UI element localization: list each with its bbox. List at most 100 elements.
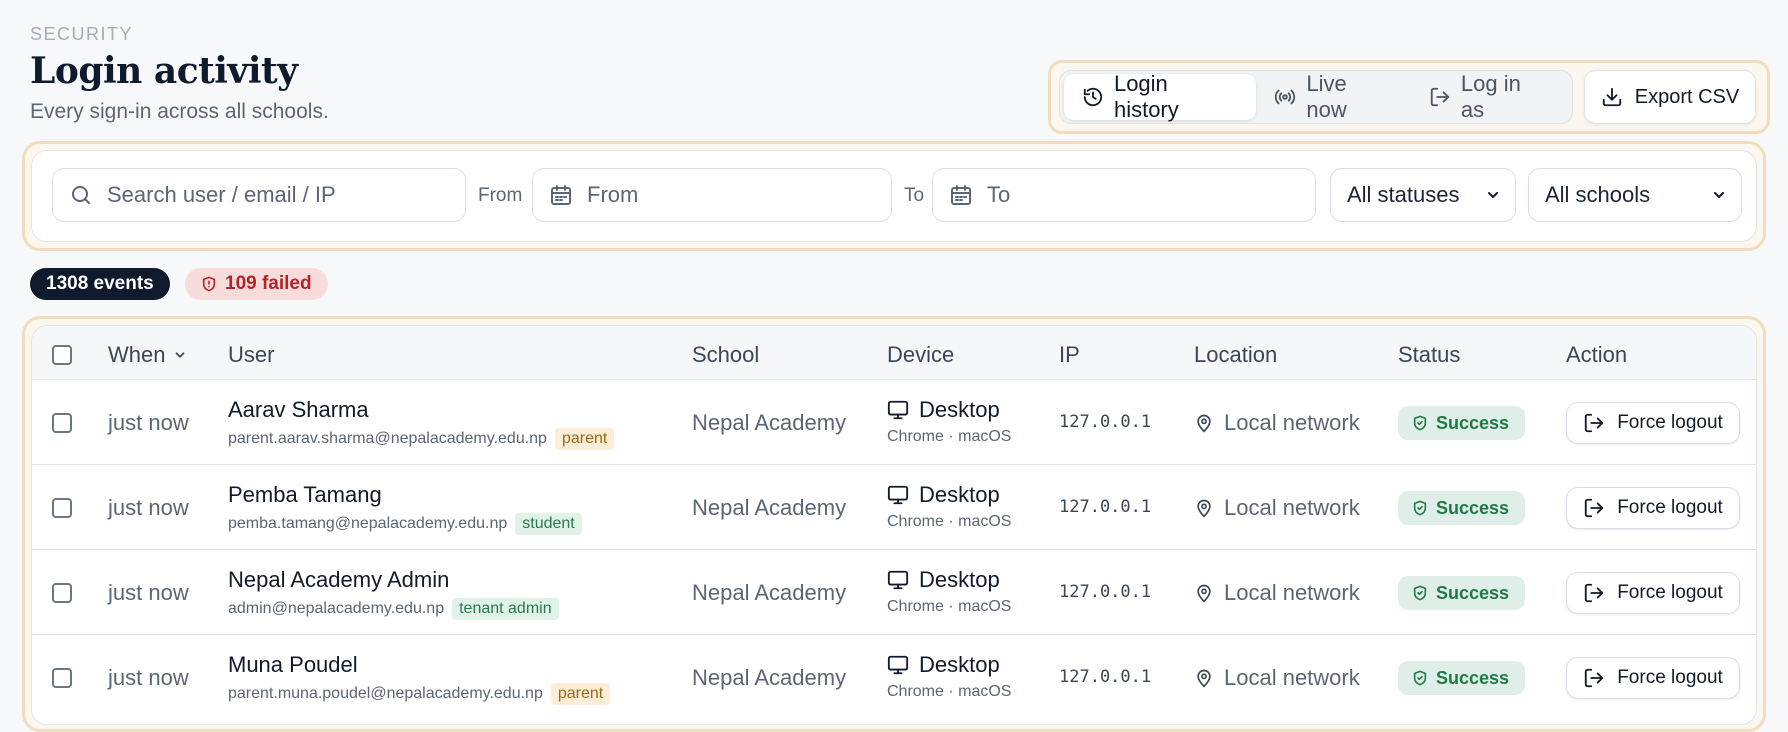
row-location: Local network	[1194, 665, 1360, 691]
row-ip: 127.0.0.1	[1059, 497, 1152, 517]
row-location-label: Local network	[1224, 665, 1360, 690]
logout-icon	[1585, 498, 1604, 518]
broadcast-icon	[1275, 89, 1296, 105]
status-badge: Success	[1398, 661, 1526, 695]
row-email-text: parent.aarav.sharma@nepalacademy.edu.np	[228, 430, 547, 447]
from-label: From	[478, 185, 523, 206]
row-device: Desktop	[887, 652, 1000, 678]
status-badge: Success	[1398, 406, 1526, 440]
school-select-value: All schools	[1545, 182, 1651, 207]
force-logout-button[interactable]: Force logout	[1566, 572, 1740, 614]
role-tag: student	[515, 513, 582, 535]
column-when[interactable]: When	[108, 342, 187, 368]
row-user-email: parent.aarav.sharma@nepalacademy.edu.np …	[228, 428, 615, 450]
row-school: Nepal Academy	[692, 495, 847, 520]
school-select[interactable]: All schools	[1528, 168, 1742, 222]
row-email-text: parent.muna.poudel@nepalacademy.edu.np	[228, 685, 543, 702]
calendar-icon	[551, 185, 571, 205]
shield-check-icon	[1413, 585, 1427, 601]
column-status: Status	[1398, 342, 1461, 367]
row-device-detail: Chrome · macOS	[887, 428, 1012, 445]
role-tag: tenant admin	[452, 598, 559, 620]
row-location-label: Local network	[1224, 580, 1360, 605]
row-email-text: admin@nepalacademy.edu.np	[228, 600, 445, 617]
events-count-badge: 1308 events	[30, 268, 170, 300]
row-location-label: Local network	[1224, 495, 1360, 520]
table-row: just now Muna Poudel parent.muna.poudel@…	[32, 635, 1756, 720]
from-placeholder: From	[587, 182, 639, 207]
table-row: just now Nepal Academy Admin admin@nepal…	[32, 550, 1756, 635]
status-badge: Success	[1398, 576, 1526, 610]
to-date-input[interactable]: To	[932, 168, 1316, 222]
column-device: Device	[887, 342, 955, 367]
row-ip: 127.0.0.1	[1059, 667, 1152, 687]
sort-chevron-icon	[176, 352, 185, 358]
filter-card: Search user / email / IP From From To To…	[31, 150, 1757, 242]
chevron-down-icon	[1488, 192, 1498, 198]
logout-icon	[1585, 413, 1604, 433]
tab-live-now[interactable]: Live now	[1256, 71, 1411, 122]
force-logout-button[interactable]: Force logout	[1566, 402, 1740, 444]
search-input[interactable]: Search user / email / IP	[52, 168, 466, 222]
select-all-checkbox[interactable]	[52, 345, 72, 365]
page-title: Login activity	[30, 50, 298, 92]
row-user-email: admin@nepalacademy.edu.np tenant admin	[228, 598, 559, 620]
tab-label: Login history	[1113, 71, 1179, 122]
history-icon	[1083, 87, 1103, 107]
status-label: Success	[1436, 582, 1510, 603]
column-action: Action	[1566, 342, 1628, 367]
view-toolbar: Login history Live now Log in as Export …	[1048, 60, 1770, 134]
filter-bar: Search user / email / IP From From To To…	[22, 141, 1766, 251]
search-placeholder: Search user / email / IP	[107, 182, 336, 207]
export-label: Export CSV	[1634, 85, 1740, 108]
column-when-label: When	[108, 342, 166, 367]
row-device-detail: Chrome · macOS	[887, 513, 1012, 530]
row-checkbox[interactable]	[52, 583, 72, 603]
login-as-icon	[1430, 87, 1450, 107]
shield-alert-icon	[202, 276, 216, 292]
row-user-name: Nepal Academy Admin	[228, 567, 450, 592]
shield-check-icon	[1413, 670, 1427, 686]
failed-count-badge[interactable]: 109 failed	[185, 268, 328, 300]
column-user: User	[228, 342, 275, 367]
role-tag: parent	[550, 683, 611, 705]
row-checkbox[interactable]	[52, 413, 72, 433]
tab-label: Log in as	[1460, 71, 1521, 122]
tab-log-in-as[interactable]: Log in as	[1411, 71, 1568, 122]
status-select-value: All statuses	[1347, 182, 1460, 207]
to-placeholder: To	[987, 182, 1011, 207]
row-school: Nepal Academy	[692, 580, 847, 605]
status-select[interactable]: All statuses	[1330, 168, 1516, 222]
row-device: Desktop	[887, 482, 1000, 508]
force-logout-button[interactable]: Force logout	[1566, 487, 1740, 529]
row-checkbox[interactable]	[52, 668, 72, 688]
section-eyebrow: SECURITY	[30, 24, 134, 44]
export-csv-button[interactable]: Export CSV	[1584, 70, 1756, 124]
row-when: just now	[108, 665, 189, 690]
from-date-input[interactable]: From	[532, 168, 892, 222]
shield-check-icon	[1413, 415, 1427, 431]
force-logout-label: Force logout	[1617, 667, 1723, 688]
force-logout-button[interactable]: Force logout	[1566, 657, 1740, 699]
monitor-icon	[887, 400, 909, 420]
to-label: To	[904, 185, 925, 206]
row-location: Local network	[1194, 495, 1360, 521]
force-logout-label: Force logout	[1617, 412, 1723, 433]
row-device-label: Desktop	[919, 397, 1000, 422]
table-row: just now Aarav Sharma parent.aarav.sharm…	[32, 380, 1756, 465]
row-location-label: Local network	[1224, 410, 1360, 435]
tab-login-history[interactable]: Login history	[1064, 71, 1257, 122]
row-when: just now	[108, 495, 189, 520]
column-location: Location	[1194, 342, 1278, 367]
map-pin-icon	[1197, 669, 1211, 688]
monitor-icon	[887, 485, 909, 505]
row-user-email: pemba.tamang@nepalacademy.edu.np student	[228, 513, 582, 535]
row-device: Desktop	[887, 567, 1000, 593]
monitor-icon	[887, 655, 909, 675]
row-device: Desktop	[887, 397, 1000, 423]
force-logout-label: Force logout	[1617, 497, 1723, 518]
row-checkbox[interactable]	[52, 498, 72, 518]
row-email-text: pemba.tamang@nepalacademy.edu.np	[228, 515, 508, 532]
role-tag: parent	[554, 428, 615, 450]
map-pin-icon	[1197, 499, 1211, 518]
